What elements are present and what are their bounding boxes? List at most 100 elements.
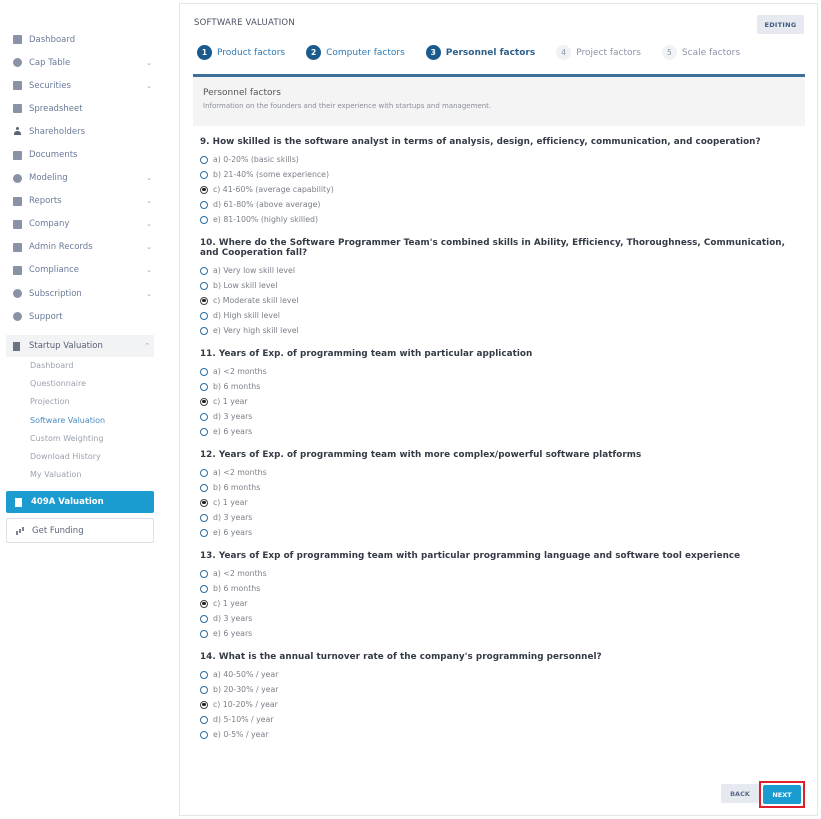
radio-option[interactable]: e) 6 years (200, 525, 800, 540)
radio-unchecked-icon[interactable] (200, 326, 208, 335)
sidebar-item-admin-records[interactable]: Admin Records ⌄ (6, 236, 156, 259)
radio-option[interactable]: a) <2 months (200, 465, 800, 480)
radio-unchecked-icon[interactable] (200, 730, 208, 739)
sidebar-item-subscription[interactable]: Subscription ⌄ (6, 282, 156, 305)
radio-unchecked-icon[interactable] (200, 584, 208, 593)
step-label: Computer factors (326, 47, 405, 58)
sidebar-subitem-software-valuation[interactable]: Software Valuation (30, 412, 154, 430)
radio-unchecked-icon[interactable] (200, 513, 208, 522)
sidebar-item-compliance[interactable]: Compliance ⌄ (6, 259, 156, 282)
chevron-down-icon: ⌄ (146, 197, 152, 206)
radio-unchecked-icon[interactable] (200, 412, 208, 421)
sidebar-item-securities[interactable]: Securities ⌄ (6, 74, 156, 97)
radio-checked-icon[interactable] (200, 296, 208, 305)
radio-option[interactable]: d) 3 years (200, 409, 800, 424)
radio-unchecked-icon[interactable] (200, 200, 208, 209)
radio-checked-icon[interactable] (200, 700, 208, 709)
sidebar-item-support[interactable]: Support (6, 305, 156, 328)
option-label: c) Moderate skill level (213, 296, 299, 305)
tab-project-factors[interactable]: 4 Project factors (556, 45, 641, 60)
radio-option[interactable]: e) 81-100% (highly skilled) (200, 212, 800, 227)
radio-option[interactable]: a) 0-20% (basic skills) (200, 152, 800, 167)
radio-unchecked-icon[interactable] (200, 629, 208, 638)
next-button-highlight: NEXT (759, 781, 805, 808)
radio-option[interactable]: a) 40-50% / year (200, 667, 800, 682)
radio-unchecked-icon[interactable] (200, 569, 208, 578)
question-title: 12. Years of Exp. of programming team wi… (200, 450, 642, 460)
radio-checked-icon[interactable] (200, 599, 208, 608)
sidebar-subitem-dashboard[interactable]: Dashboard (30, 357, 154, 375)
sidebar-subitem-projection[interactable]: Projection (30, 393, 154, 411)
tab-personnel-factors[interactable]: 3 Personnel factors (425, 45, 535, 60)
sidebar-item-documents[interactable]: Documents (6, 143, 156, 166)
valuation-card: SOFTWARE VALUATION EDITING 1 Product fact… (179, 3, 818, 816)
radio-option[interactable]: d) 5-10% / year (200, 712, 800, 727)
radio-option[interactable]: a) <2 months (200, 364, 800, 379)
radio-unchecked-icon[interactable] (200, 266, 208, 275)
sidebar-subitem-questionnaire[interactable]: Questionnaire (30, 375, 154, 393)
tab-computer-factors[interactable]: 2 Computer factors (306, 45, 405, 60)
radio-option[interactable]: b) 20-30% / year (200, 682, 800, 697)
radio-option[interactable]: a) Very low skill level (200, 263, 800, 278)
radio-option[interactable]: c) 1 year (200, 495, 800, 510)
sidebar-subitem-download-history[interactable]: Download History (30, 448, 154, 466)
sidebar-item-spreadsheet[interactable]: Spreadsheet (6, 97, 156, 120)
radio-unchecked-icon[interactable] (200, 367, 208, 376)
radio-option[interactable]: b) Low skill level (200, 278, 800, 293)
back-button[interactable]: BACK (721, 784, 759, 803)
radio-option[interactable]: b) 21-40% (some experience) (200, 167, 800, 182)
step-label: Scale factors (681, 47, 741, 58)
radio-unchecked-icon[interactable] (200, 281, 208, 290)
radio-unchecked-icon[interactable] (200, 311, 208, 320)
radio-option[interactable]: a) <2 months (200, 566, 800, 581)
radio-checked-icon[interactable] (200, 185, 208, 194)
next-button[interactable]: NEXT (763, 785, 801, 804)
radio-option[interactable]: b) 6 months (200, 379, 800, 394)
radio-unchecked-icon[interactable] (200, 528, 208, 537)
radio-option[interactable]: c) Moderate skill level (200, 293, 800, 308)
radio-option[interactable]: d) 3 years (200, 611, 800, 626)
get-funding-button[interactable]: Get Funding (6, 518, 154, 543)
radio-unchecked-icon[interactable] (200, 427, 208, 436)
radio-option[interactable]: e) 0-5% / year (200, 727, 800, 742)
radio-unchecked-icon[interactable] (200, 685, 208, 694)
radio-option[interactable]: c) 1 year (200, 596, 800, 611)
radio-option[interactable]: d) 61-80% (above average) (200, 197, 800, 212)
radio-option[interactable]: d) 3 years (200, 510, 800, 525)
radio-option[interactable]: e) Very high skill level (200, 323, 800, 338)
radio-unchecked-icon[interactable] (200, 483, 208, 492)
sidebar-item-modeling[interactable]: Modeling ⌄ (6, 167, 156, 190)
sidebar-item-reports[interactable]: Reports ⌄ (6, 190, 156, 213)
stepper: 1 Product factors 2 Computer factors 3 Person… (197, 45, 761, 60)
radio-option[interactable]: c) 1 year (200, 394, 800, 409)
option-label: a) Very low skill level (213, 266, 296, 275)
radio-option[interactable]: e) 6 years (200, 626, 800, 641)
radio-option[interactable]: e) 6 years (200, 424, 800, 439)
radio-option[interactable]: b) 6 months (200, 581, 800, 596)
radio-checked-icon[interactable] (200, 397, 208, 406)
radio-unchecked-icon[interactable] (200, 155, 208, 164)
radio-unchecked-icon[interactable] (200, 715, 208, 724)
sidebar-item-shareholders[interactable]: Shareholders (6, 120, 156, 143)
radio-checked-icon[interactable] (200, 498, 208, 507)
radio-option[interactable]: d) High skill level (200, 308, 800, 323)
sidebar-subitem-custom-weighting[interactable]: Custom Weighting (30, 430, 154, 448)
radio-option[interactable]: c) 41-60% (average capability) (200, 182, 800, 197)
tab-product-factors[interactable]: 1 Product factors (197, 45, 285, 60)
radio-unchecked-icon[interactable] (200, 170, 208, 179)
sidebar-item-dashboard[interactable]: Dashboard (6, 28, 156, 51)
radio-unchecked-icon[interactable] (200, 670, 208, 679)
sidebar-subitem-my-valuation[interactable]: My Valuation (30, 466, 154, 484)
radio-unchecked-icon[interactable] (200, 215, 208, 224)
valuation-409a-button[interactable]: 409A Valuation (6, 491, 154, 513)
radio-unchecked-icon[interactable] (200, 468, 208, 477)
sidebar-item-startup-valuation[interactable]: Startup Valuation ⌃ (6, 335, 154, 357)
radio-unchecked-icon[interactable] (200, 382, 208, 391)
sidebar-item-cap-table[interactable]: Cap Table ⌄ (6, 51, 156, 74)
sidebar-item-company[interactable]: Company ⌄ (6, 213, 156, 236)
tab-scale-factors[interactable]: 5 Scale factors (661, 45, 741, 60)
step-number: 2 (306, 45, 322, 60)
radio-unchecked-icon[interactable] (200, 614, 208, 623)
radio-option[interactable]: b) 6 months (200, 480, 800, 495)
radio-option[interactable]: c) 10-20% / year (200, 697, 800, 712)
